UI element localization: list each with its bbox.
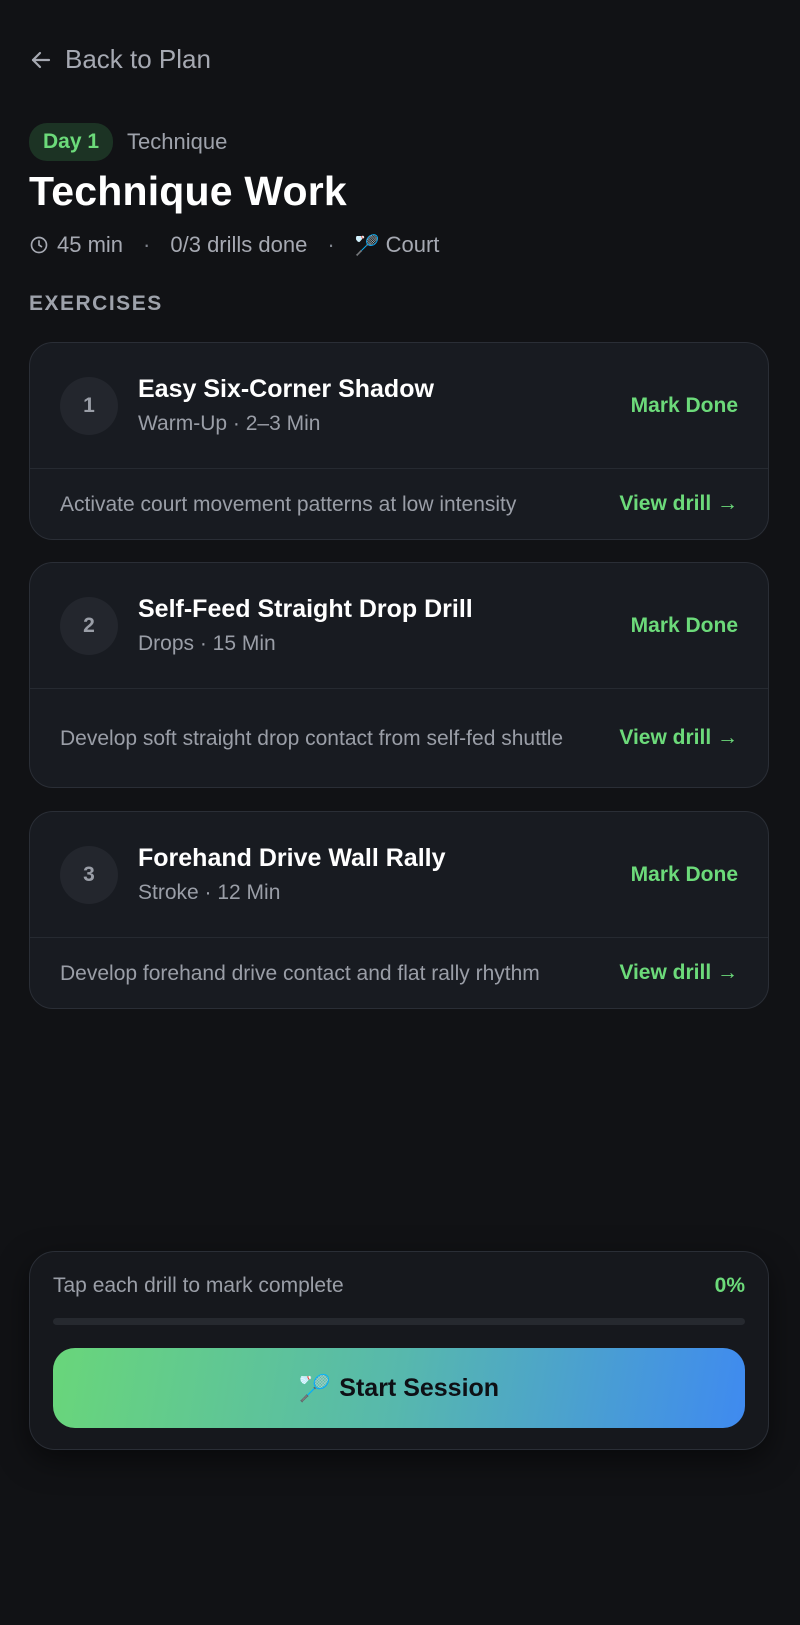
exercise-subtitle: Stroke · 12 Min bbox=[138, 881, 281, 904]
progress-bar bbox=[53, 1318, 745, 1325]
exercise-card[interactable]: 2 Self-Feed Straight Drop Drill Drops · … bbox=[29, 562, 769, 788]
exercise-number: 1 bbox=[60, 376, 118, 435]
view-drill-link[interactable]: View drill → bbox=[619, 492, 738, 516]
view-drill-link[interactable]: View drill → bbox=[619, 726, 738, 750]
exercise-card-footer: Activate court movement patterns at low … bbox=[30, 469, 768, 539]
category-label: Technique bbox=[127, 129, 228, 154]
back-label: Back to Plan bbox=[65, 44, 211, 74]
exercise-card[interactable]: 3 Forehand Drive Wall Rally Stroke · 12 … bbox=[29, 811, 769, 1009]
drills-done-text: 0/3 drills done bbox=[170, 232, 308, 257]
clock-icon bbox=[30, 236, 48, 254]
mark-done-button[interactable]: Mark Done bbox=[631, 863, 738, 887]
exercise-info: Easy Six-Corner Shadow Warm-Up · 2–3 Min bbox=[138, 375, 631, 436]
exercise-info: Self-Feed Straight Drop Drill Drops · 15… bbox=[138, 595, 631, 656]
day-badge: Day 1 bbox=[29, 123, 114, 161]
exercise-description: Activate court movement patterns at low … bbox=[60, 492, 517, 516]
start-session-button[interactable]: 🏸 Start Session bbox=[53, 1348, 745, 1428]
exercise-title: Easy Six-Corner Shadow bbox=[138, 375, 434, 403]
exercise-number: 2 bbox=[60, 596, 118, 655]
view-drill-link[interactable]: View drill → bbox=[619, 961, 738, 985]
exercise-card-footer: Develop forehand drive contact and flat … bbox=[30, 938, 768, 1008]
page-title: Technique Work bbox=[29, 168, 347, 214]
exercise-title: Self-Feed Straight Drop Drill bbox=[138, 595, 473, 623]
progress-percent: 0% bbox=[714, 1274, 745, 1297]
exercise-card-header: 3 Forehand Drive Wall Rally Stroke · 12 … bbox=[30, 812, 768, 938]
location-text: Court bbox=[385, 232, 440, 257]
arrow-left-icon bbox=[31, 51, 51, 68]
exercise-subtitle: Warm-Up · 2–3 Min bbox=[138, 412, 321, 435]
duration-text: 45 min bbox=[57, 232, 124, 257]
exercises-heading: EXERCISES bbox=[29, 292, 163, 315]
mark-done-button[interactable]: Mark Done bbox=[631, 394, 738, 418]
tag-row: Day 1 Technique bbox=[29, 123, 227, 161]
mark-done-button[interactable]: Mark Done bbox=[631, 614, 738, 638]
exercise-number: 3 bbox=[60, 845, 118, 904]
badminton-racket-icon: 🏸 bbox=[354, 234, 380, 257]
separator-dot: · bbox=[143, 232, 151, 257]
exercise-card-footer: Develop soft straight drop contact from … bbox=[30, 689, 768, 787]
badminton-racket-icon: 🏸 bbox=[298, 1372, 332, 1403]
progress-hint: Tap each drill to mark complete bbox=[53, 1274, 344, 1297]
separator-dot: · bbox=[327, 232, 335, 257]
back-to-plan-link[interactable]: Back to Plan bbox=[29, 44, 211, 75]
session-panel: Tap each drill to mark complete 0% 🏸 Sta… bbox=[29, 1251, 769, 1450]
exercise-description: Develop soft straight drop contact from … bbox=[60, 726, 564, 750]
exercise-info: Forehand Drive Wall Rally Stroke · 12 Mi… bbox=[138, 844, 631, 905]
exercise-subtitle: Drops · 15 Min bbox=[138, 632, 276, 655]
progress-row: Tap each drill to mark complete 0% bbox=[53, 1274, 745, 1298]
exercise-card[interactable]: 1 Easy Six-Corner Shadow Warm-Up · 2–3 M… bbox=[29, 342, 769, 540]
exercise-card-header: 1 Easy Six-Corner Shadow Warm-Up · 2–3 M… bbox=[30, 343, 768, 469]
exercise-title: Forehand Drive Wall Rally bbox=[138, 844, 446, 872]
exercise-description: Develop forehand drive contact and flat … bbox=[60, 961, 540, 985]
start-session-label: Start Session bbox=[339, 1373, 500, 1402]
exercise-card-header: 2 Self-Feed Straight Drop Drill Drops · … bbox=[30, 563, 768, 689]
session-meta: 45 min · 0/3 drills done · 🏸 Court bbox=[29, 232, 439, 258]
